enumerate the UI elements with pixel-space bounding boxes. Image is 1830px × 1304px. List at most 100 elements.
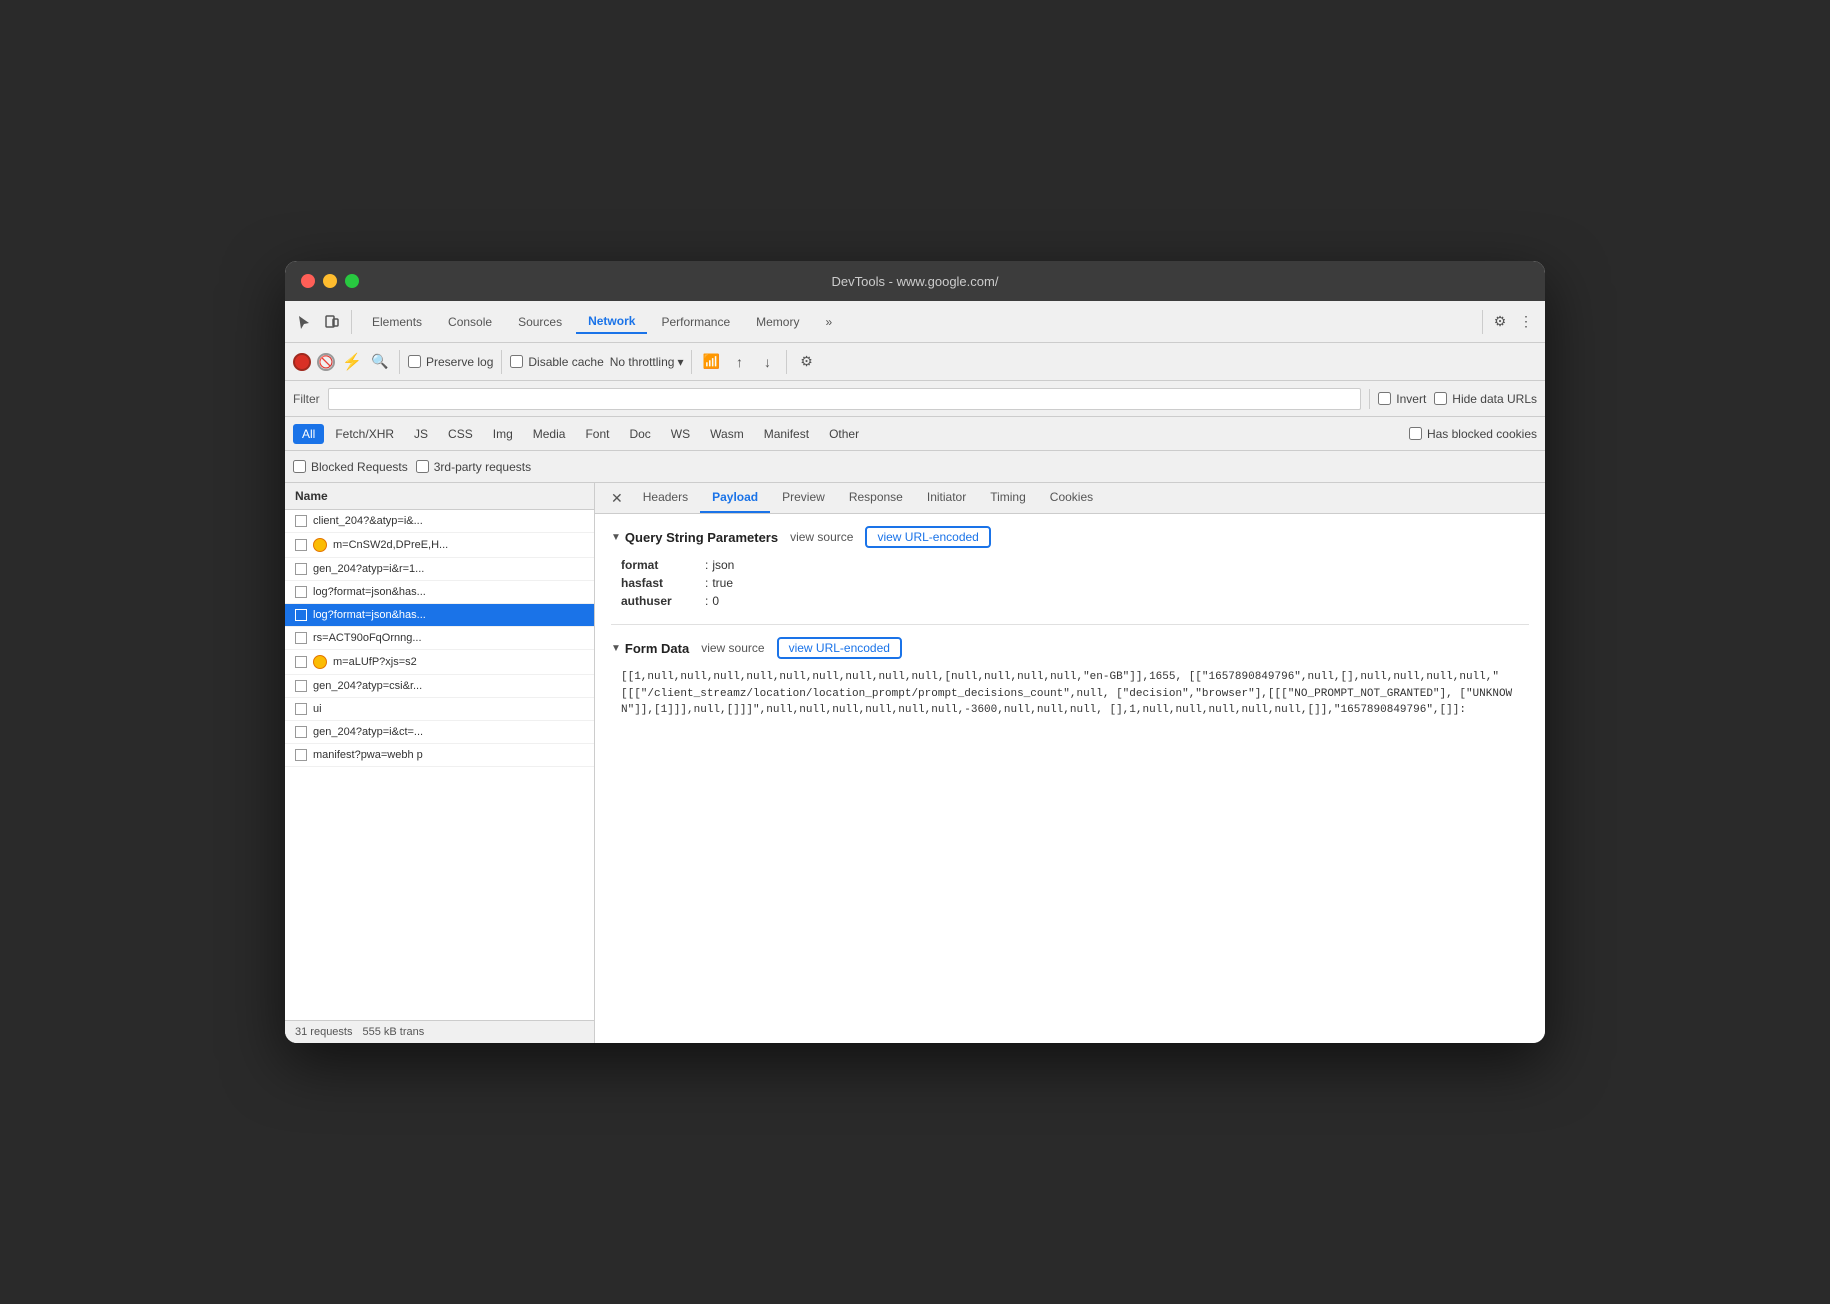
type-btn-media[interactable]: Media: [524, 424, 575, 444]
disable-cache-checkbox[interactable]: [510, 355, 523, 368]
clear-button[interactable]: 🚫: [317, 353, 335, 371]
type-btn-doc[interactable]: Doc: [620, 424, 659, 444]
request-item[interactable]: rs=ACT90oFqOrnng...: [285, 627, 594, 650]
req-checkbox[interactable]: [295, 515, 307, 527]
upload-icon[interactable]: ↑: [728, 351, 750, 373]
request-item[interactable]: client_204?&atyp=i&...: [285, 510, 594, 533]
third-party-checkbox[interactable]: [416, 460, 429, 473]
tab-headers[interactable]: Headers: [631, 483, 700, 513]
request-item[interactable]: log?format=json&has...: [285, 581, 594, 604]
type-btn-img[interactable]: Img: [484, 424, 522, 444]
req-checkbox[interactable]: [295, 703, 307, 715]
type-btn-wasm[interactable]: Wasm: [701, 424, 753, 444]
req-checkbox[interactable]: [295, 749, 307, 761]
request-item[interactable]: m=CnSW2d,DPreE,H...: [285, 533, 594, 558]
filter-icon[interactable]: ⚡: [341, 351, 363, 373]
form-data-header: ▼ Form Data view source view URL-encoded: [611, 637, 1529, 659]
request-item-selected[interactable]: log?format=json&has...: [285, 604, 594, 627]
filter-input[interactable]: [328, 388, 1362, 410]
request-item[interactable]: gen_204?atyp=i&r=1...: [285, 558, 594, 581]
tab-preview[interactable]: Preview: [770, 483, 837, 513]
more-icon[interactable]: ⋮: [1515, 311, 1537, 333]
req-name: m=aLUfP?xjs=s2: [333, 656, 584, 668]
req-checkbox[interactable]: [295, 726, 307, 738]
tab-payload[interactable]: Payload: [700, 483, 770, 513]
name-column-header: Name: [285, 483, 594, 510]
tab-memory[interactable]: Memory: [744, 311, 811, 333]
search-icon[interactable]: 🔍: [369, 351, 391, 373]
form-view-source-btn[interactable]: view source: [701, 641, 764, 655]
query-string-header: ▼ Query String Parameters view source vi…: [611, 526, 1529, 548]
record-button[interactable]: [293, 353, 311, 371]
tab-response[interactable]: Response: [837, 483, 915, 513]
request-item[interactable]: m=aLUfP?xjs=s2: [285, 650, 594, 675]
preserve-log-checkbox[interactable]: [408, 355, 421, 368]
request-item[interactable]: gen_204?atyp=i&ct=...: [285, 721, 594, 744]
close-button[interactable]: [301, 274, 315, 288]
throttle-selector[interactable]: No throttling ▾: [610, 355, 684, 369]
req-checkbox[interactable]: [295, 680, 307, 692]
separator: [351, 310, 352, 334]
titlebar-buttons: [301, 274, 359, 288]
settings2-icon[interactable]: ⚙: [795, 351, 817, 373]
form-data-content: [[1,null,null,null,null,null,null,null,n…: [621, 669, 1529, 719]
req-name: gen_204?atyp=i&ct=...: [313, 726, 584, 738]
type-btn-manifest[interactable]: Manifest: [755, 424, 818, 444]
tab-cookies[interactable]: Cookies: [1038, 483, 1105, 513]
hide-data-urls-label[interactable]: Hide data URLs: [1434, 392, 1537, 406]
panel-close-button[interactable]: ✕: [603, 484, 631, 513]
tab-initiator[interactable]: Initiator: [915, 483, 978, 513]
req-checkbox[interactable]: [295, 656, 307, 668]
tab-console[interactable]: Console: [436, 311, 504, 333]
tab-elements[interactable]: Elements: [360, 311, 434, 333]
type-btn-ws[interactable]: WS: [662, 424, 699, 444]
filter-bar: Filter Invert Hide data URLs: [285, 381, 1545, 417]
request-item[interactable]: ui: [285, 698, 594, 721]
minimize-button[interactable]: [323, 274, 337, 288]
cursor-icon[interactable]: [293, 311, 315, 333]
req-checkbox[interactable]: [295, 586, 307, 598]
type-btn-css[interactable]: CSS: [439, 424, 482, 444]
type-btn-other[interactable]: Other: [820, 424, 868, 444]
req-name: log?format=json&has...: [313, 586, 584, 598]
query-view-url-encoded-btn[interactable]: view URL-encoded: [865, 526, 990, 548]
invert-checkbox[interactable]: [1378, 392, 1391, 405]
type-btn-js[interactable]: JS: [405, 424, 437, 444]
has-blocked-cookies-checkbox[interactable]: [1409, 427, 1422, 440]
type-btn-font[interactable]: Font: [576, 424, 618, 444]
req-checkbox[interactable]: [295, 563, 307, 575]
blocked-requests-checkbox[interactable]: [293, 460, 306, 473]
disable-cache-label[interactable]: Disable cache: [510, 355, 603, 369]
preserve-log-label[interactable]: Preserve log: [408, 355, 493, 369]
settings-icon[interactable]: ⚙: [1489, 311, 1511, 333]
right-panel: ✕ Headers Payload Preview Response Initi…: [595, 483, 1545, 1043]
maximize-button[interactable]: [345, 274, 359, 288]
has-blocked-cookies-label[interactable]: Has blocked cookies: [1409, 427, 1537, 441]
param-authuser: authuser : 0: [621, 594, 1529, 608]
wifi-icon[interactable]: 📶: [700, 351, 722, 373]
form-view-url-encoded-btn[interactable]: view URL-encoded: [777, 637, 902, 659]
device-icon[interactable]: [321, 311, 343, 333]
req-checkbox[interactable]: [295, 539, 307, 551]
req-name: log?format=json&has...: [313, 609, 584, 621]
req-checkbox[interactable]: [295, 632, 307, 644]
request-item[interactable]: manifest?pwa=webh p: [285, 744, 594, 767]
param-val: true: [712, 576, 733, 590]
download-icon[interactable]: ↓: [756, 351, 778, 373]
tab-more[interactable]: »: [813, 311, 844, 333]
param-format: format : json: [621, 558, 1529, 572]
tab-sources[interactable]: Sources: [506, 311, 574, 333]
type-btn-all[interactable]: All: [293, 424, 324, 444]
query-view-source-btn[interactable]: view source: [790, 530, 853, 544]
tab-timing[interactable]: Timing: [978, 483, 1038, 513]
third-party-label[interactable]: 3rd-party requests: [416, 460, 531, 474]
invert-label[interactable]: Invert: [1378, 392, 1426, 406]
tab-performance[interactable]: Performance: [649, 311, 742, 333]
blocked-requests-label[interactable]: Blocked Requests: [293, 460, 408, 474]
req-icon: [313, 538, 327, 552]
tab-network[interactable]: Network: [576, 310, 647, 334]
request-item[interactable]: gen_204?atyp=csi&r...: [285, 675, 594, 698]
type-btn-fetch[interactable]: Fetch/XHR: [326, 424, 403, 444]
hide-data-urls-checkbox[interactable]: [1434, 392, 1447, 405]
req-checkbox[interactable]: [295, 609, 307, 621]
